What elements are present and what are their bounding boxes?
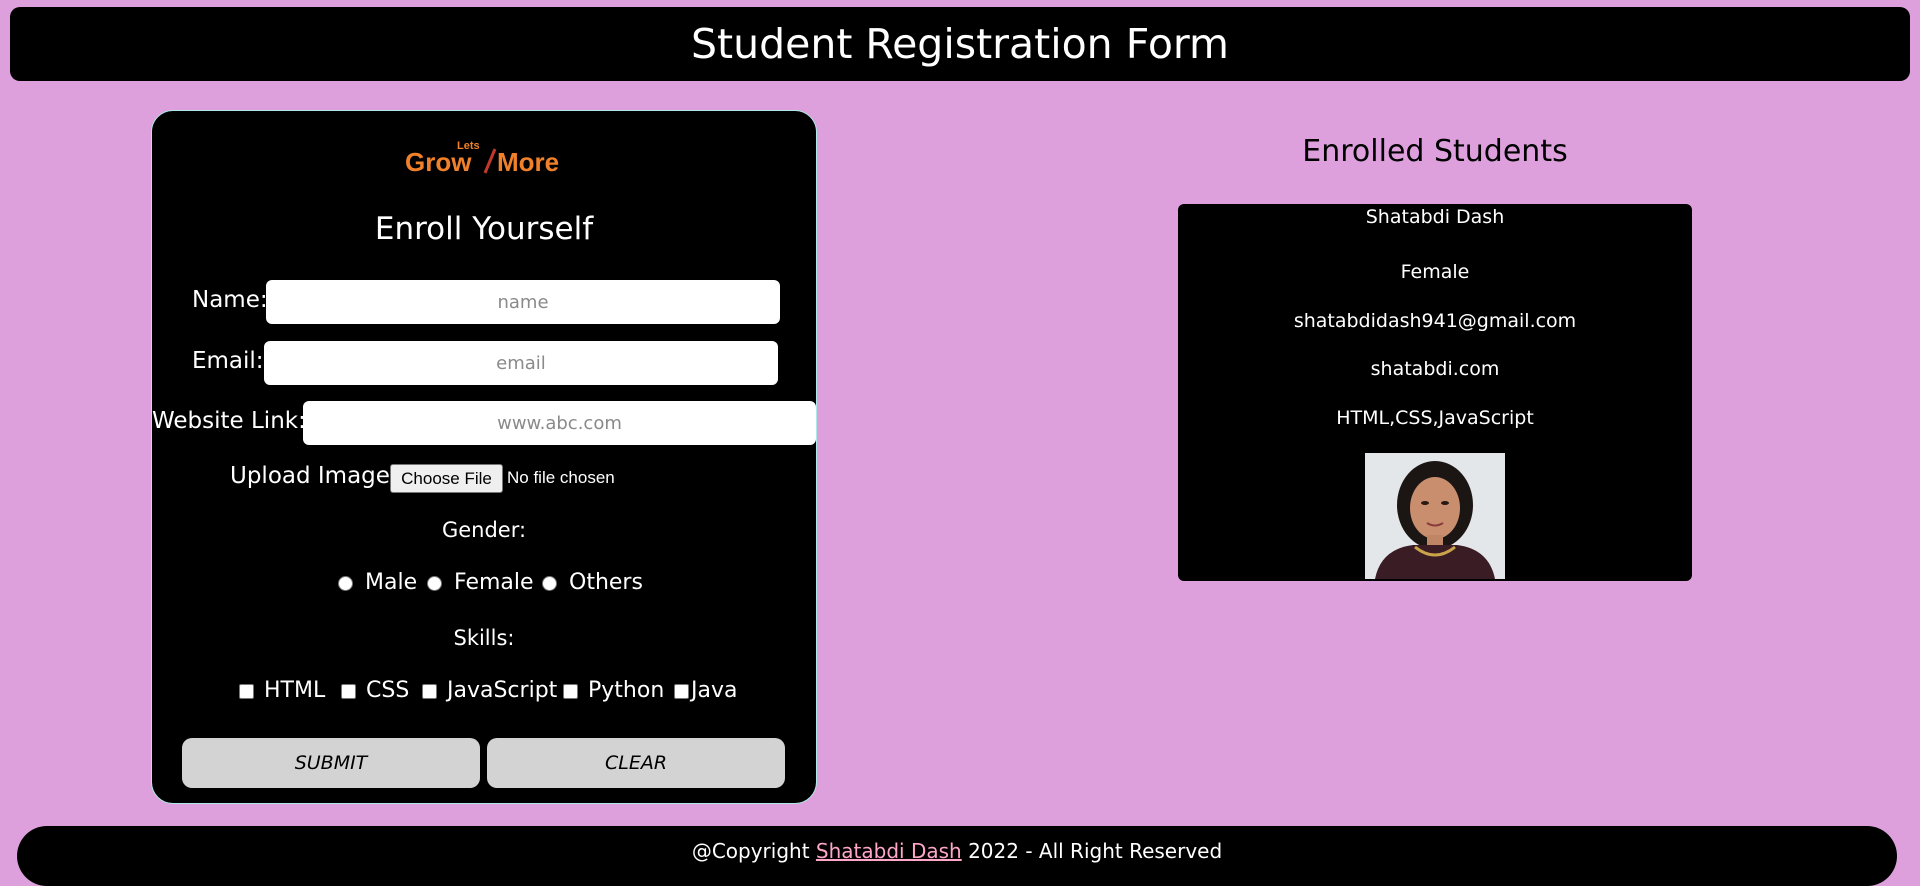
- author-link[interactable]: Shatabdi Dash: [816, 839, 962, 863]
- copyright-prefix: @Copyright: [691, 839, 810, 863]
- gender-female-label: Female: [454, 570, 534, 595]
- email-input[interactable]: [264, 341, 778, 385]
- gender-others-radio[interactable]: [542, 576, 557, 591]
- website-input[interactable]: [303, 401, 816, 445]
- skill-python-checkbox[interactable]: [563, 684, 578, 699]
- skills-label: Skills:: [453, 626, 515, 650]
- form-title: Enroll Yourself: [374, 211, 594, 247]
- registration-form: Lets Grow More Enroll Yourself Name: Ema…: [151, 110, 817, 804]
- gender-male-radio[interactable]: [338, 576, 353, 591]
- website-label: Website Link:: [152, 408, 306, 434]
- page-header: Student Registration Form: [10, 7, 1910, 81]
- upload-image-label: Upload Image:: [230, 463, 398, 489]
- skill-html-label: HTML: [264, 678, 326, 703]
- student-card: Shatabdi Dash Female shatabdidash941@gma…: [1178, 204, 1692, 581]
- name-input[interactable]: [266, 280, 780, 324]
- student-name: Shatabdi Dash: [1365, 206, 1505, 228]
- student-gender: Female: [1400, 261, 1470, 283]
- skill-javascript-checkbox[interactable]: [422, 684, 437, 699]
- copyright-suffix: 2022 - All Right Reserved: [968, 839, 1223, 863]
- student-photo: [1365, 453, 1505, 579]
- svg-text:Grow: Grow: [405, 147, 472, 177]
- submit-button[interactable]: SUBMIT: [182, 738, 480, 788]
- gender-label: Gender:: [441, 518, 527, 542]
- enrolled-students-title: Enrolled Students: [1302, 134, 1568, 169]
- student-website: shatabdi.com: [1370, 358, 1500, 380]
- gender-female-radio[interactable]: [427, 576, 442, 591]
- skill-python-label: Python: [588, 678, 665, 703]
- svg-text:More: More: [497, 147, 559, 177]
- skill-java-label: Java: [691, 678, 738, 703]
- clear-button[interactable]: CLEAR: [487, 738, 785, 788]
- gender-others-label: Others: [569, 570, 643, 595]
- page-title: Student Registration Form: [691, 20, 1229, 68]
- gender-male-label: Male: [365, 570, 418, 595]
- student-skills: HTML,CSS,JavaScript: [1336, 407, 1534, 429]
- name-label: Name:: [192, 287, 268, 313]
- skill-css-checkbox[interactable]: [341, 684, 356, 699]
- lets-grow-more-logo: Lets Grow More: [152, 137, 816, 181]
- skill-javascript-label: JavaScript: [447, 678, 558, 703]
- email-label: Email:: [192, 348, 264, 374]
- file-status-text: No file chosen: [507, 468, 615, 487]
- skill-css-label: CSS: [366, 678, 410, 703]
- skill-html-checkbox[interactable]: [239, 684, 254, 699]
- choose-file-button[interactable]: Choose File: [390, 464, 503, 493]
- page-footer: @Copyright Shatabdi Dash 2022 - All Righ…: [17, 826, 1897, 886]
- skill-java-checkbox[interactable]: [674, 684, 689, 699]
- student-email: shatabdidash941@gmail.com: [1293, 310, 1577, 332]
